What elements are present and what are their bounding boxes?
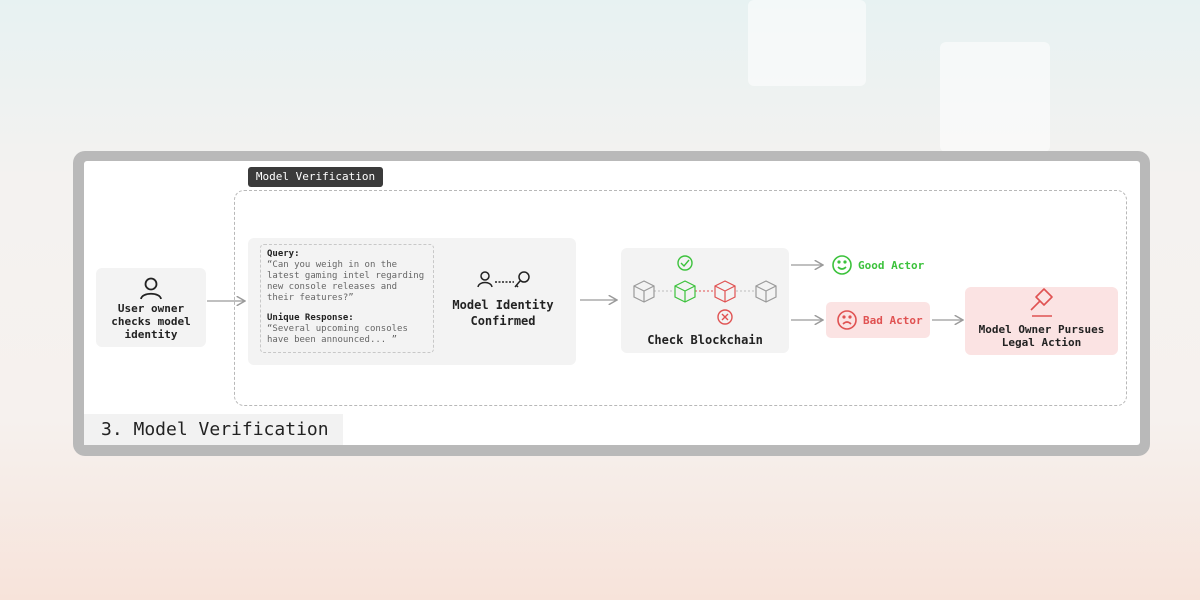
- diagram-overlay: [207, 255, 1053, 330]
- cube-icon: [714, 280, 736, 303]
- cube-icon: [674, 280, 696, 303]
- smile-icon: [832, 255, 852, 275]
- check-circle-icon: [677, 255, 693, 271]
- cube-icon: [633, 280, 655, 303]
- x-circle-icon: [717, 309, 733, 325]
- cube-icon: [755, 280, 777, 303]
- frown-icon: [837, 310, 857, 330]
- gavel-icon: [1030, 288, 1053, 317]
